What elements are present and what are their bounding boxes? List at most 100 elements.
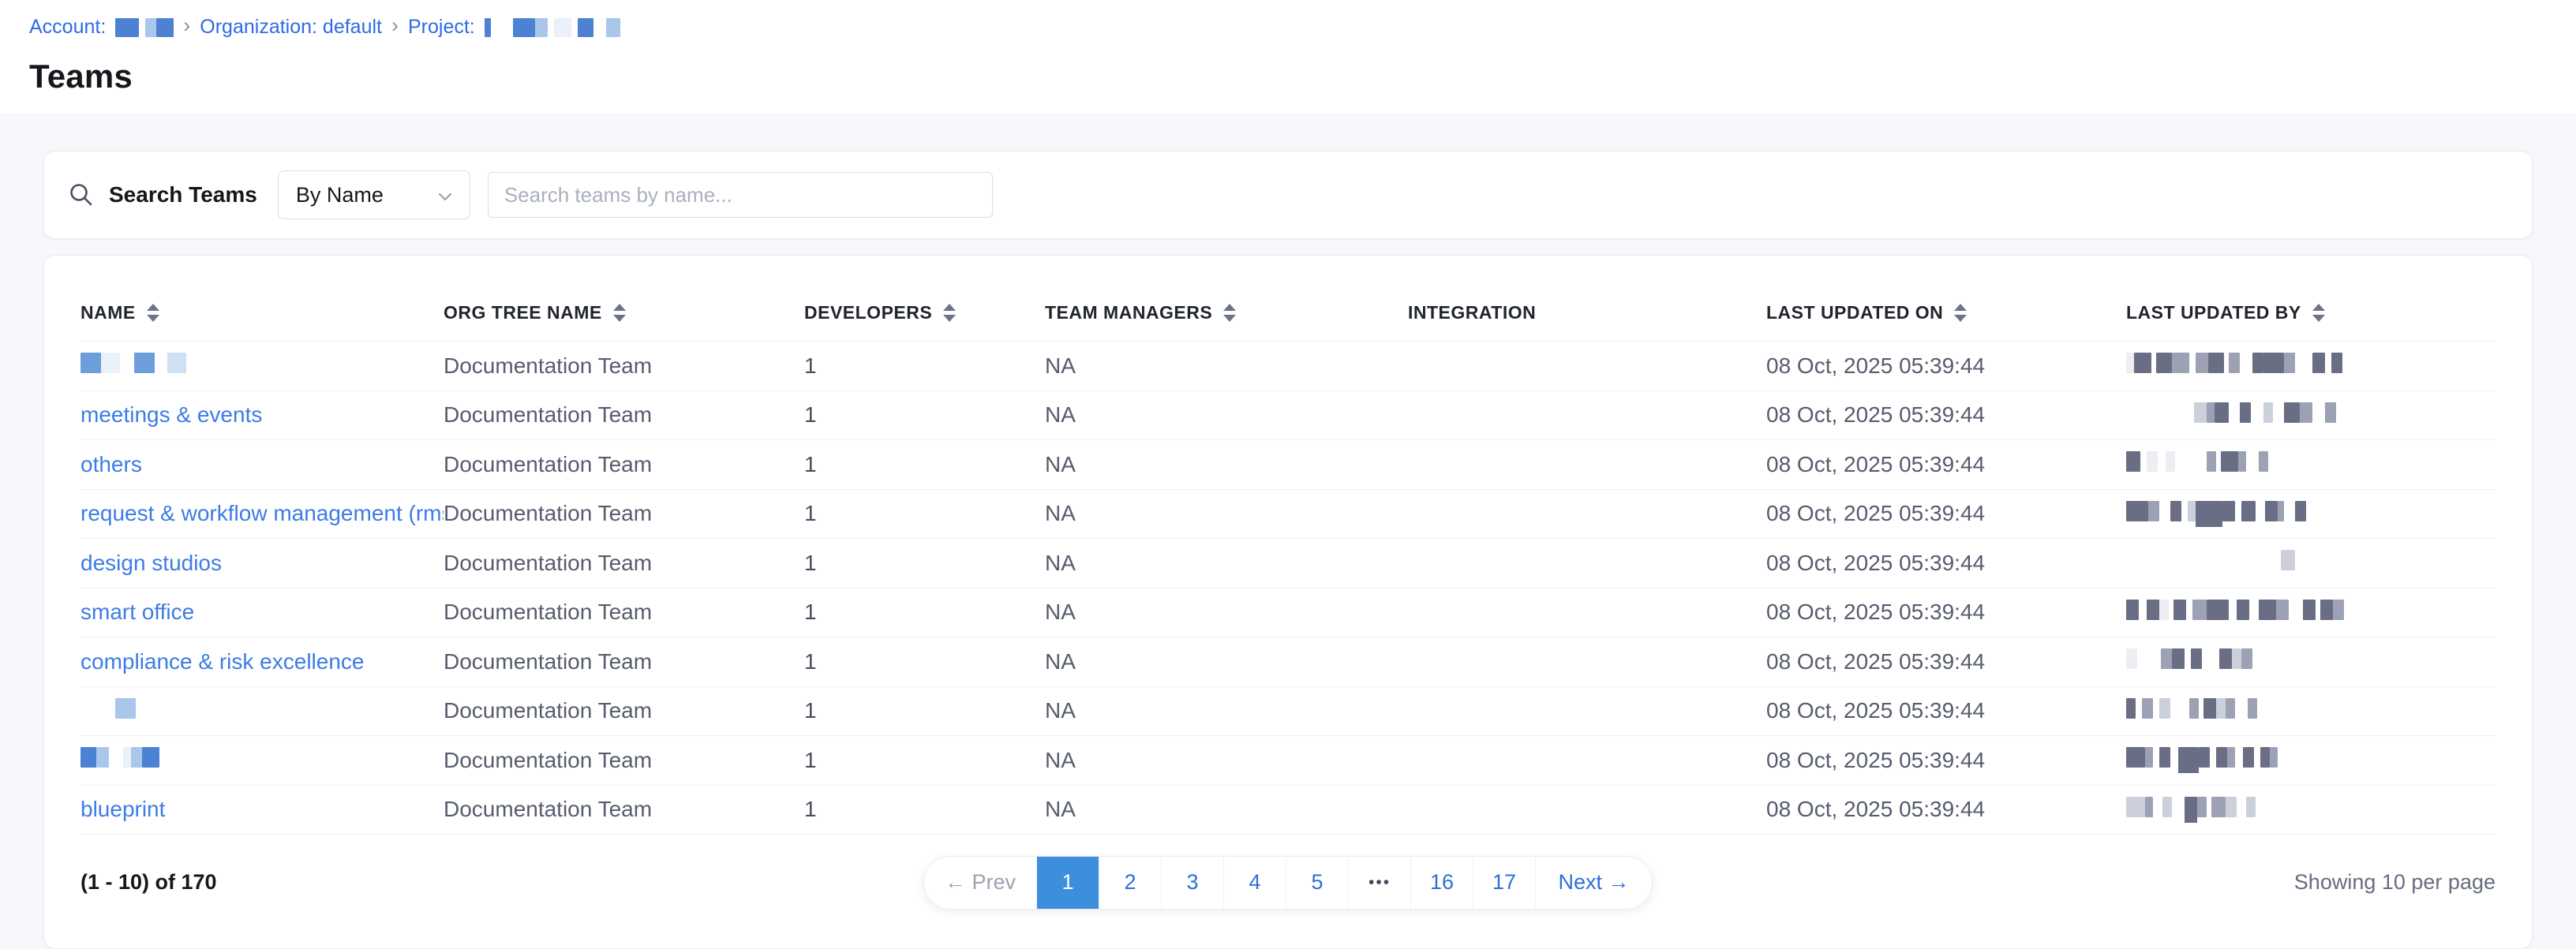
last-updated-by-redacted [2126, 797, 2496, 823]
redacted-block [2202, 648, 2219, 669]
column-header-team-managers[interactable]: TEAM MANAGERS [1045, 302, 1408, 323]
team-name-redacted [80, 353, 444, 379]
page-button-1[interactable]: 1 [1036, 857, 1099, 909]
redacted-block [2320, 600, 2333, 620]
redacted-block [131, 747, 142, 768]
redacted-block [2227, 747, 2235, 768]
developers-cell: 1 [804, 501, 1045, 526]
breadcrumb-project-redacted [485, 18, 620, 37]
org-tree-name-cell: Documentation Team [444, 501, 804, 526]
redacted-block [2211, 797, 2226, 817]
last-updated-on-cell: 08 Oct, 2025 05:39:44 [1766, 402, 2126, 428]
sort-icon[interactable] [2312, 304, 2325, 322]
team-name-link[interactable]: meetings & events [80, 402, 262, 427]
last-updated-on-cell: 08 Oct, 2025 05:39:44 [1766, 452, 2126, 477]
search-teams-input[interactable] [488, 172, 993, 218]
team-name-link[interactable]: design studios [80, 551, 222, 575]
column-header-label: ORG TREE NAME [444, 302, 602, 323]
team-name-link[interactable]: smart office [80, 600, 194, 624]
page-ellipsis[interactable]: ••• [1348, 857, 1410, 909]
redacted-block [2248, 698, 2257, 719]
org-tree-name-cell: Documentation Team [444, 748, 804, 773]
redacted-block [2241, 648, 2252, 669]
redacted-block [2159, 747, 2170, 768]
column-header-label: INTEGRATION [1408, 302, 1536, 323]
column-header-label: TEAM MANAGERS [1045, 302, 1212, 323]
table-row: blueprintDocumentation Team1NA08 Oct, 20… [80, 785, 2496, 835]
developers-cell: 1 [804, 452, 1045, 477]
column-header-last-updated-by[interactable]: LAST UPDATED BY [2126, 302, 2496, 323]
team-managers-cell: NA [1045, 600, 1408, 625]
redacted-block [2162, 797, 2172, 817]
org-tree-name-cell: Documentation Team [444, 600, 804, 625]
sort-icon[interactable] [613, 304, 626, 322]
chevron-down-icon [438, 183, 452, 207]
redacted-block [2194, 402, 2207, 423]
breadcrumb-organization[interactable]: Organization: default [200, 16, 382, 39]
team-managers-cell: NA [1045, 698, 1408, 723]
next-page-button[interactable]: Next → [1535, 857, 1652, 909]
redacted-block [2265, 501, 2278, 521]
page-button-16[interactable]: 16 [1410, 857, 1473, 909]
page-button-5[interactable]: 5 [1286, 857, 1348, 909]
redacted-block [2126, 501, 2148, 521]
last-updated-on-cell: 08 Oct, 2025 05:39:44 [1766, 353, 2126, 379]
redacted-block [2191, 648, 2202, 669]
breadcrumb-separator-icon: › [391, 15, 399, 36]
redacted-block [2284, 402, 2300, 423]
page-button-3[interactable]: 3 [1161, 857, 1223, 909]
redacted-block [2189, 353, 2196, 373]
org-tree-name-cell: Documentation Team [444, 551, 804, 576]
redacted-block [2159, 698, 2170, 719]
org-tree-name-cell: Documentation Team [444, 698, 804, 723]
search-filter-selected-value: By Name [296, 183, 384, 207]
redacted-block [2273, 402, 2284, 423]
breadcrumb-project-label[interactable]: Project: [408, 16, 475, 39]
redacted-block [571, 18, 578, 37]
redacted-block [2137, 648, 2161, 669]
redacted-block [145, 18, 156, 37]
redacted-block [2126, 600, 2139, 620]
redacted-block [2172, 648, 2185, 669]
team-name-link[interactable]: others [80, 452, 142, 476]
sort-icon[interactable] [943, 304, 956, 322]
page-button-17[interactable]: 17 [1473, 857, 1535, 909]
redacted-block [2139, 600, 2147, 620]
page-button-4[interactable]: 4 [1223, 857, 1286, 909]
search-filter-select[interactable]: By Name [278, 170, 470, 219]
column-header-last-updated-on[interactable]: LAST UPDATED ON [1766, 302, 2126, 323]
team-name-link[interactable]: blueprint [80, 797, 165, 821]
redacted-block [2221, 451, 2238, 472]
redacted-block [2175, 451, 2207, 472]
redacted-block [2235, 747, 2243, 768]
redacted-block [2325, 402, 2336, 423]
redacted-block [2333, 600, 2344, 620]
team-name-redacted [80, 747, 444, 773]
redacted-block [2126, 747, 2145, 768]
prev-page-button[interactable]: ← Prev [924, 857, 1036, 909]
redacted-block [2232, 648, 2241, 669]
sort-icon[interactable] [1954, 304, 1967, 322]
developers-cell: 1 [804, 402, 1045, 428]
redacted-block [2136, 698, 2142, 719]
redacted-block [2147, 451, 2158, 472]
redacted-block [2153, 698, 2159, 719]
sort-icon[interactable] [1223, 304, 1236, 322]
team-name-link[interactable]: compliance & risk excellence [80, 649, 365, 674]
redacted-block [2181, 501, 2188, 521]
redacted-block [2126, 353, 2134, 373]
redacted-block [2243, 747, 2254, 768]
column-header-name[interactable]: NAME [80, 302, 444, 323]
breadcrumb-account-label[interactable]: Account: [29, 16, 106, 39]
sort-icon[interactable] [147, 304, 159, 322]
redacted-block [80, 747, 96, 768]
column-header-developers[interactable]: DEVELOPERS [804, 302, 1045, 323]
page-button-2[interactable]: 2 [1099, 857, 1161, 909]
team-name-link[interactable]: request & workflow management (rms) [80, 501, 444, 525]
column-header-org-tree-name[interactable]: ORG TREE NAME [444, 302, 804, 323]
redacted-block [2229, 600, 2237, 620]
redacted-block [2210, 747, 2216, 768]
redacted-block [2270, 747, 2278, 768]
redacted-block [2312, 402, 2325, 423]
redacted-block [2208, 353, 2224, 373]
